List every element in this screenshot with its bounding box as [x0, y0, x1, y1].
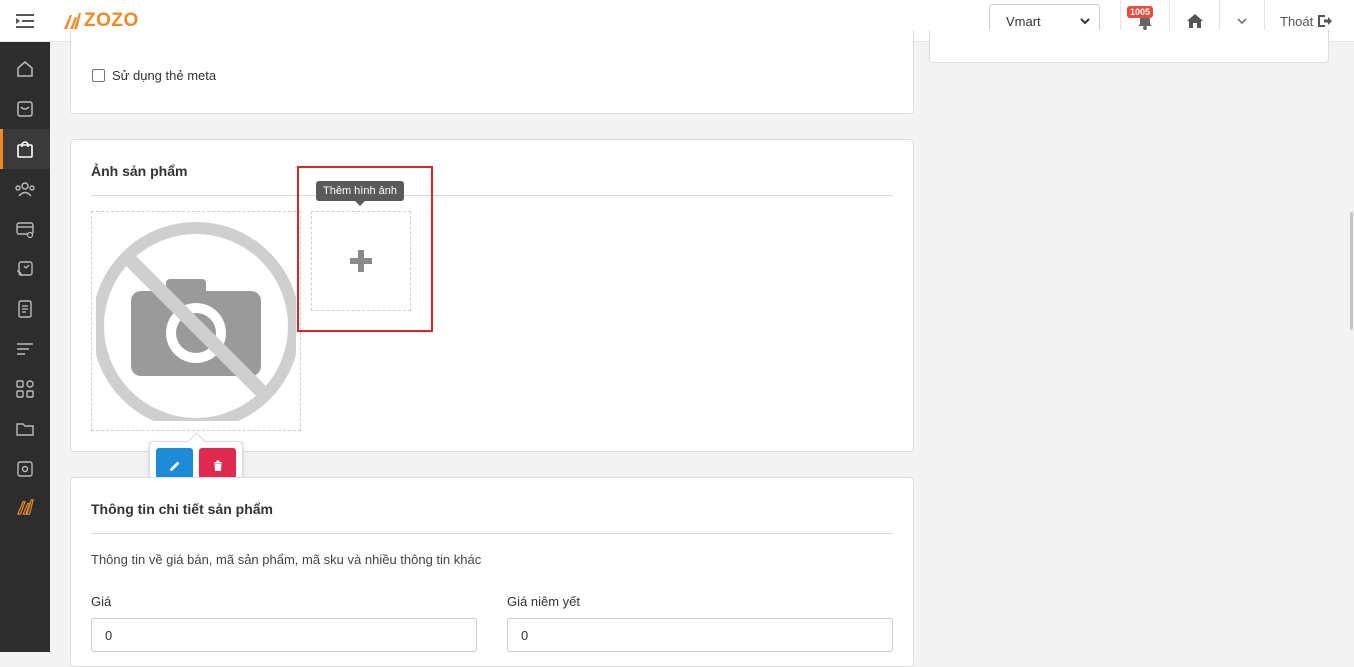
price-value: 0 [105, 627, 113, 643]
shop-select-value: Vmart [1006, 13, 1041, 29]
divider [91, 533, 893, 534]
divider [91, 195, 893, 196]
scrollbar-thumb[interactable] [1350, 212, 1353, 330]
shopping-bag-icon [17, 141, 33, 158]
home-icon [17, 61, 33, 77]
sidebar-item-files[interactable] [0, 409, 50, 449]
trash-icon [213, 460, 222, 471]
product-detail-title: Thông tin chi tiết sản phẩm [91, 501, 273, 517]
list-icon [17, 343, 33, 355]
list-price-value: 0 [521, 627, 529, 643]
cast-icon [16, 261, 33, 277]
sidebar-item-apps[interactable] [0, 369, 50, 409]
list-price-label: Giá niêm yết [507, 594, 580, 609]
menu-toggle-icon[interactable] [0, 0, 50, 42]
sidebar-item-orders[interactable] [0, 89, 50, 129]
side-panel-card [929, 30, 1329, 63]
gear-icon [17, 461, 33, 477]
logo[interactable]: ZOZO [62, 10, 139, 32]
sidebar-item-settings[interactable] [0, 449, 50, 489]
scrollbar-track[interactable] [1346, 42, 1354, 652]
sidebar-item-promotions[interactable] [0, 209, 50, 249]
checkbox[interactable] [92, 69, 105, 82]
notification-badge: 1005 [1127, 6, 1154, 18]
logout-label: Thoát [1280, 13, 1314, 29]
sidebar-item-channels[interactable] [0, 249, 50, 289]
users-icon [15, 182, 35, 197]
product-images-title: Ảnh sản phẩm [91, 163, 188, 179]
sidebar [0, 42, 50, 652]
document-icon [18, 300, 32, 318]
sidebar-item-content[interactable] [0, 329, 50, 369]
logo-icon [64, 13, 81, 29]
chevron-down-icon [1237, 18, 1247, 25]
list-price-input[interactable]: 0 [507, 618, 893, 652]
inbox-icon [17, 101, 33, 117]
logo-text: ZOZO [84, 10, 139, 31]
sidebar-item-brand[interactable] [0, 487, 50, 527]
sidebar-item-reports[interactable] [0, 289, 50, 329]
add-image-tooltip: Thêm hình ảnh [316, 181, 404, 206]
brand-icon [16, 499, 34, 515]
folder-icon [16, 423, 34, 436]
grid-icon [16, 380, 34, 398]
logout-icon [1318, 15, 1333, 27]
product-detail-card: Thông tin chi tiết sản phẩm Thông tin về… [70, 477, 914, 667]
product-images-card: Ảnh sản phẩm [70, 139, 914, 452]
price-input[interactable]: 0 [91, 618, 477, 652]
home-icon [1186, 14, 1203, 28]
chevron-down-icon [1080, 18, 1090, 25]
no-image-icon [96, 222, 296, 421]
sidebar-item-products[interactable] [0, 129, 50, 169]
use-meta-label: Sử dụng thẻ meta [112, 68, 217, 83]
pencil-icon [169, 461, 179, 471]
price-label: Giá [91, 594, 112, 609]
meta-card: Sử dụng thẻ meta [70, 30, 914, 114]
product-detail-description: Thông tin về giá bán, mã sản phẩm, mã sk… [91, 552, 482, 567]
sidebar-item-customers[interactable] [0, 169, 50, 209]
use-meta-checkbox[interactable]: Sử dụng thẻ meta [92, 68, 216, 83]
card-discount-icon [16, 222, 34, 239]
product-image-placeholder[interactable] [91, 211, 301, 431]
sidebar-item-home[interactable] [0, 49, 50, 89]
